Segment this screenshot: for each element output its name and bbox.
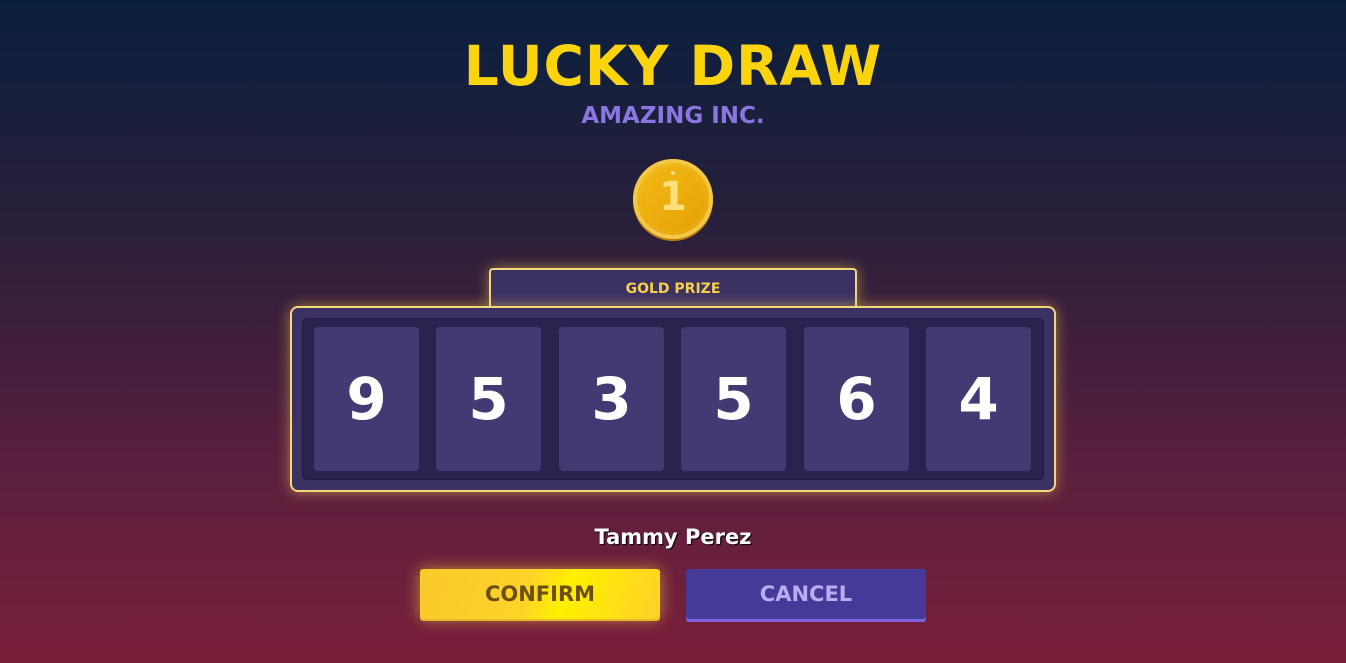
digit-slot-2: 5	[436, 327, 541, 471]
digit-slot-5: 6	[804, 327, 909, 471]
company-name: AMAZING INC.	[581, 103, 765, 129]
cancel-button[interactable]: CANCEL	[686, 569, 926, 619]
digit-slot-3: 3	[559, 327, 664, 471]
digit-slot-6: 4	[926, 327, 1031, 471]
digit-slot-1: 9	[314, 327, 419, 471]
number-panel-inner: 9 5 3 5 6 4	[302, 318, 1044, 480]
prize-label: GOLD PRIZE	[489, 268, 857, 308]
page-title: LUCKY DRAW	[463, 34, 883, 98]
confirm-button[interactable]: CONFIRM	[420, 569, 660, 619]
number-panel: 9 5 3 5 6 4	[290, 306, 1056, 492]
winner-name: Tammy Perez	[594, 525, 752, 549]
prize-rank-number: 1	[659, 174, 687, 220]
gold-coin-icon: 1	[633, 159, 713, 239]
digit-slot-4: 5	[681, 327, 786, 471]
